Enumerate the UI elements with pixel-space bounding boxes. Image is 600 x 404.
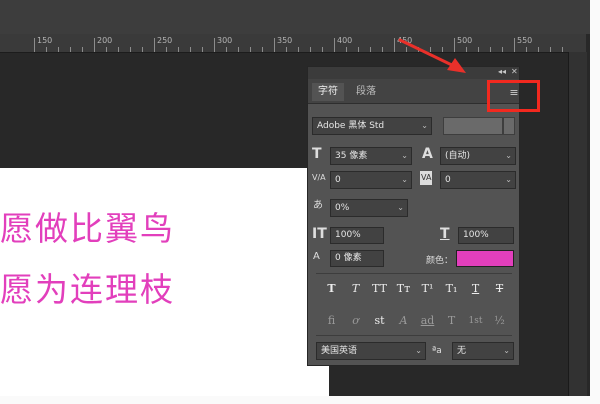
screenshot-margin-bottom: [0, 396, 600, 404]
pointer-arrow-icon: [398, 38, 466, 73]
screenshot-margin-right: [590, 0, 600, 404]
